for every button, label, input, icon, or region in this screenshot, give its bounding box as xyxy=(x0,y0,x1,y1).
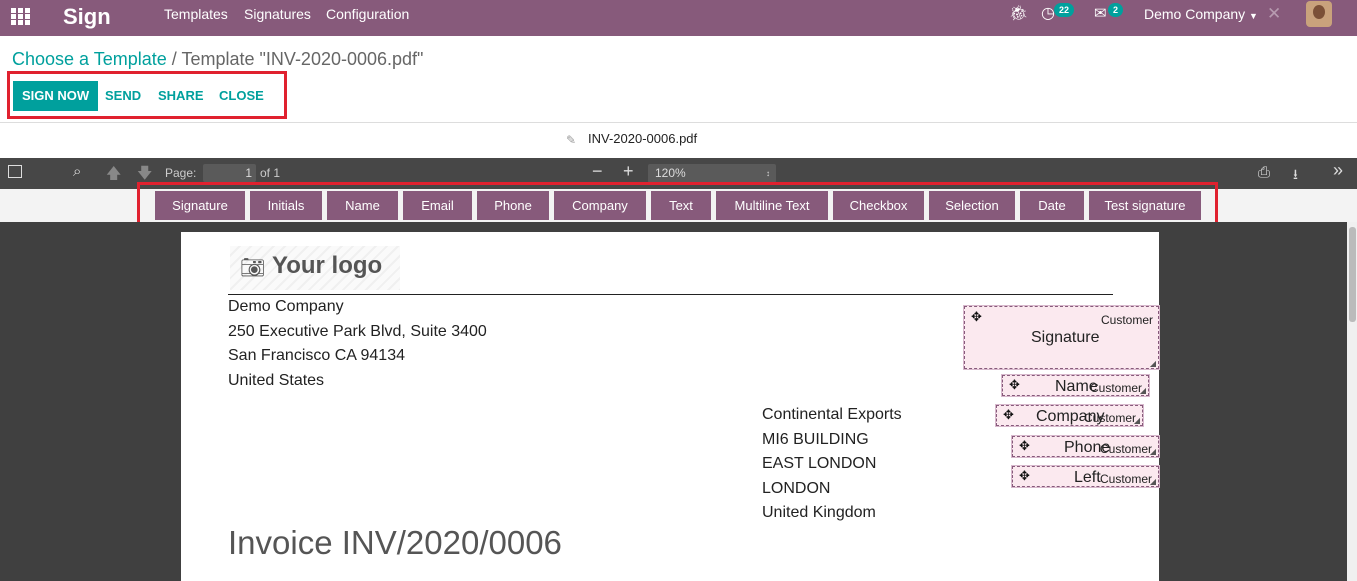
download-icon[interactable]: ⭳ xyxy=(1293,164,1298,188)
company-switcher[interactable]: Demo Company ▼ xyxy=(1144,0,1258,30)
breadcrumb-separator: / xyxy=(171,49,177,69)
address-line: LONDON xyxy=(762,479,831,497)
zoom-select[interactable]: 120% ↕ xyxy=(648,164,776,183)
pencil-icon[interactable]: ✎ xyxy=(566,133,576,147)
address-line: San Francisco CA 94134 xyxy=(228,347,405,364)
page-label: Page: xyxy=(165,166,197,180)
sign-field-role: Customer xyxy=(1089,381,1142,395)
camera-icon: 📷︎ xyxy=(240,257,266,279)
search-icon[interactable]: ⌕ xyxy=(73,163,81,180)
debug-tools-icon[interactable]: ✕ xyxy=(1267,0,1281,30)
activity-icon[interactable]: ◷ xyxy=(1041,0,1055,30)
address-line: United States xyxy=(228,371,325,389)
sign-field-role: Customer xyxy=(1099,472,1152,486)
divider xyxy=(0,122,1357,123)
menu-templates[interactable]: Templates xyxy=(164,0,228,36)
sign-field-left[interactable]: ✥ Left Customer ◢ xyxy=(1012,466,1159,487)
resize-handle-icon[interactable]: ◢ xyxy=(1140,386,1146,395)
customer-address: Continental Exports MI6 BUILDING EAST LO… xyxy=(762,403,902,526)
zoom-in-icon[interactable]: + xyxy=(623,161,634,182)
move-icon[interactable]: ✥ xyxy=(1019,438,1030,454)
move-icon[interactable]: ✥ xyxy=(971,309,982,325)
print-icon[interactable]: ⎙ xyxy=(1258,164,1270,181)
resize-handle-icon[interactable]: ◢ xyxy=(1150,477,1156,486)
top-navbar: Sign Templates Signatures Configuration … xyxy=(0,0,1357,36)
tools-menu-icon[interactable]: » xyxy=(1333,160,1343,181)
sign-field-role: Customer xyxy=(1083,411,1136,425)
bug-icon[interactable]: 🐞︎ xyxy=(1009,0,1028,30)
breadcrumb: Choose a Template / Template "INV-2020-0… xyxy=(12,49,423,70)
sign-field-role: Customer xyxy=(1099,442,1152,456)
sign-now-button[interactable]: SIGN NOW xyxy=(13,81,99,111)
caret-down-icon: ▼ xyxy=(1249,11,1258,21)
previous-page-icon[interactable]: 🡅︎ xyxy=(106,163,121,188)
messages-icon[interactable]: ✉ xyxy=(1094,0,1107,30)
zoom-value: 120% xyxy=(655,166,686,180)
logo-placeholder: 📷︎ Your logo xyxy=(230,246,400,290)
apps-menu-icon[interactable] xyxy=(11,8,31,26)
address-line: United Kingdom xyxy=(762,504,876,521)
messages-count-badge: 2 xyxy=(1108,3,1124,17)
move-icon[interactable]: ✥ xyxy=(1009,377,1020,393)
sign-field-label: Signature xyxy=(1031,329,1100,346)
resize-handle-icon[interactable]: ◢ xyxy=(1134,416,1140,425)
user-avatar[interactable] xyxy=(1306,1,1332,27)
sign-field-label: Left xyxy=(1074,469,1101,486)
resize-handle-icon[interactable]: ◢ xyxy=(1150,359,1156,368)
sign-field-signature[interactable]: ✥ Customer Signature ◢ xyxy=(964,306,1159,369)
menu-configuration[interactable]: Configuration xyxy=(326,0,409,36)
app-name[interactable]: Sign xyxy=(63,2,111,32)
menu-signatures[interactable]: Signatures xyxy=(244,0,311,36)
zoom-out-icon[interactable]: − xyxy=(592,161,603,182)
send-button[interactable]: SEND xyxy=(105,81,141,111)
document-filename[interactable]: INV-2020-0006.pdf xyxy=(588,131,697,146)
page-total: of 1 xyxy=(260,166,281,180)
sign-field-role: Customer xyxy=(1100,313,1153,327)
address-line: 250 Executive Park Blvd, Suite 3400 xyxy=(228,322,487,340)
viewer-scrollbar-thumb[interactable] xyxy=(1349,227,1356,322)
move-icon[interactable]: ✥ xyxy=(1003,407,1014,423)
breadcrumb-current: Template "INV-2020-0006.pdf" xyxy=(181,49,424,69)
address-line: Continental Exports xyxy=(762,406,902,423)
sign-field-company[interactable]: ✥ Company Customer ◢ xyxy=(996,405,1143,426)
move-icon[interactable]: ✥ xyxy=(1019,468,1030,484)
sign-field-phone[interactable]: ✥ Phone Customer ◢ xyxy=(1012,436,1159,457)
address-line: EAST LONDON xyxy=(762,455,877,472)
activity-count-badge: 22 xyxy=(1054,3,1075,17)
address-line: MI6 BUILDING xyxy=(762,430,869,448)
share-button[interactable]: SHARE xyxy=(158,81,204,111)
sidebar-toggle-icon[interactable] xyxy=(8,165,22,178)
breadcrumb-parent[interactable]: Choose a Template xyxy=(12,49,167,69)
sign-field-name[interactable]: ✥ Name Customer ◢ xyxy=(1002,375,1149,396)
address-line: Demo Company xyxy=(228,298,344,315)
close-button[interactable]: CLOSE xyxy=(219,81,264,111)
logo-text: Your logo xyxy=(272,252,383,279)
resize-handle-icon[interactable]: ◢ xyxy=(1150,447,1156,456)
select-arrows-icon: ↕ xyxy=(766,169,770,178)
invoice-title: Invoice INV/2020/0006 xyxy=(228,524,562,561)
company-name: Demo Company xyxy=(1144,6,1246,22)
company-address: Demo Company 250 Executive Park Blvd, Su… xyxy=(228,295,487,393)
page-number-input[interactable]: 1 xyxy=(203,164,256,182)
